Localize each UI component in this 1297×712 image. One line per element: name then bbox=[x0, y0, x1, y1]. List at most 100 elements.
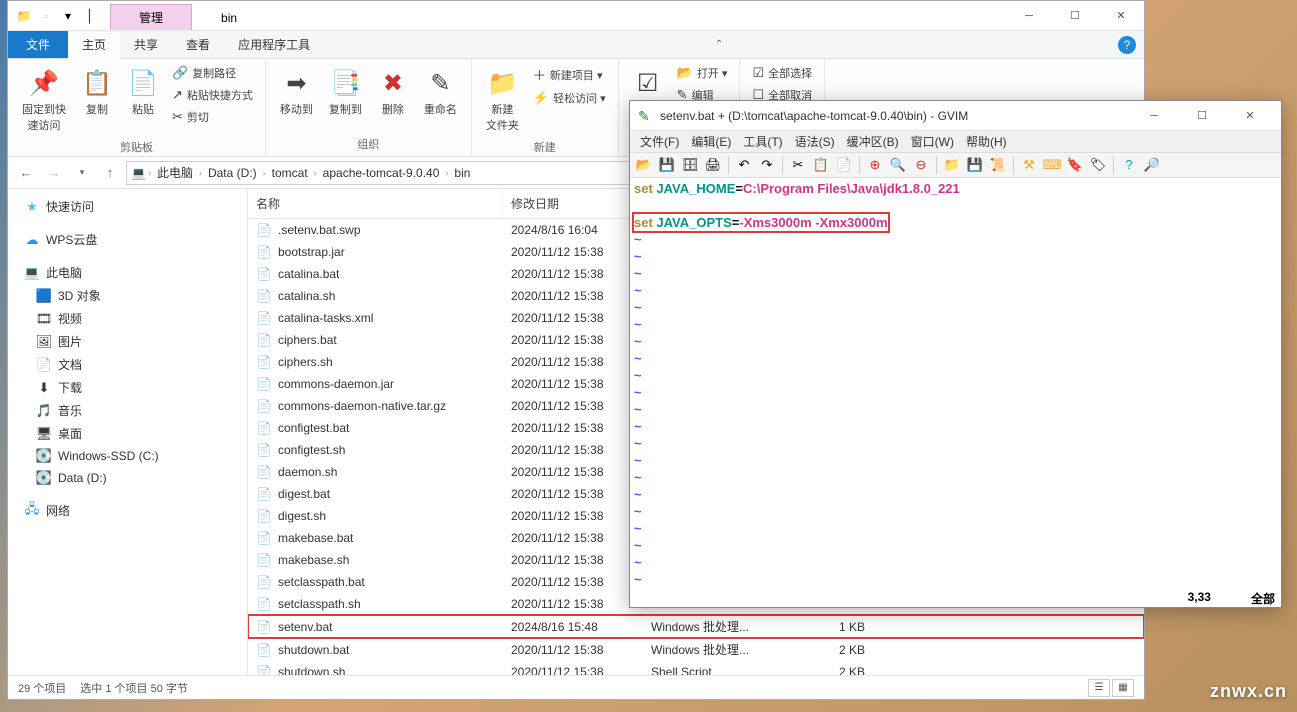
file-row[interactable]: 📄setenv.bat 2024/8/16 15:48 Windows 批处理.… bbox=[248, 615, 1144, 638]
sidebar-item[interactable]: ⬇下载 bbox=[8, 376, 247, 399]
view-details-button[interactable]: ☰ bbox=[1088, 679, 1110, 697]
up-button[interactable]: ↑ bbox=[98, 161, 122, 185]
tb-redo-icon[interactable]: ↷ bbox=[757, 155, 777, 175]
divider-icon: │ bbox=[80, 6, 100, 26]
file-icon: 📄 bbox=[256, 222, 272, 238]
close-button[interactable]: ✕ bbox=[1098, 1, 1144, 31]
forward-button[interactable]: → bbox=[42, 161, 66, 185]
file-row[interactable]: 📄shutdown.bat 2020/11/12 15:38 Windows 批… bbox=[248, 638, 1144, 661]
gvim-menu-item[interactable]: 窗口(W) bbox=[905, 131, 960, 152]
sidebar-item[interactable]: 💽Windows-SSD (C:) bbox=[8, 445, 247, 467]
tab-view[interactable]: 查看 bbox=[172, 31, 224, 58]
tb-open-icon[interactable]: 📂 bbox=[634, 155, 654, 175]
tb-sessionsave-icon[interactable]: 💾 bbox=[965, 155, 985, 175]
dropdown-icon[interactable]: ▾ bbox=[58, 6, 78, 26]
crumb-bin[interactable]: bin bbox=[450, 166, 474, 180]
tb-findhelp-icon[interactable]: 🔎 bbox=[1142, 155, 1162, 175]
sidebar-wps[interactable]: ☁WPS云盘 bbox=[8, 228, 247, 251]
gvim-menu-item[interactable]: 语法(S) bbox=[789, 131, 841, 152]
new-folder-button[interactable]: 📁新建 文件夹 bbox=[480, 63, 525, 137]
tb-print-icon[interactable]: 🖨 bbox=[703, 155, 723, 175]
tb-findnext-icon[interactable]: 🔍 bbox=[888, 155, 908, 175]
chevron-right-icon[interactable]: › bbox=[146, 168, 153, 178]
tb-session-icon[interactable]: 📁 bbox=[942, 155, 962, 175]
tb-script-icon[interactable]: 📜 bbox=[988, 155, 1008, 175]
tb-ctags-icon[interactable]: 🔖 bbox=[1065, 155, 1085, 175]
gvim-menu-item[interactable]: 文件(F) bbox=[634, 131, 685, 152]
minimize-button[interactable]: ─ bbox=[1006, 1, 1052, 31]
tilde-line: ~ bbox=[634, 299, 1277, 316]
pin-button[interactable]: 📌固定到快 速访问 bbox=[16, 63, 72, 137]
crumb-data[interactable]: Data (D:) bbox=[204, 166, 261, 180]
col-name[interactable]: 名称 bbox=[248, 189, 503, 218]
gvim-minimize-button[interactable]: ─ bbox=[1131, 101, 1177, 131]
tb-save-icon[interactable]: 💾 bbox=[657, 155, 677, 175]
sidebar-item[interactable]: 🖼图片 bbox=[8, 330, 247, 353]
tb-replace-icon[interactable]: ⊖ bbox=[911, 155, 931, 175]
open-button[interactable]: 📂打开 ▾ bbox=[673, 63, 732, 83]
file-date: 2020/11/12 15:38 bbox=[503, 639, 643, 660]
tb-saveall-icon[interactable]: 🗄 bbox=[680, 155, 700, 175]
crumb-tomcat[interactable]: tomcat bbox=[268, 166, 312, 180]
maximize-button[interactable]: ☐ bbox=[1052, 1, 1098, 31]
tab-tools[interactable]: 应用程序工具 bbox=[224, 31, 324, 58]
view-large-button[interactable]: ▦ bbox=[1112, 679, 1134, 697]
sidebar-item[interactable]: 🖥桌面 bbox=[8, 422, 247, 445]
copy-button[interactable]: 📋复制 bbox=[76, 63, 118, 121]
tab-home[interactable]: 主页 bbox=[68, 32, 120, 59]
tb-paste-icon[interactable]: 📄 bbox=[834, 155, 854, 175]
tb-copy-icon[interactable]: 📋 bbox=[811, 155, 831, 175]
sidebar-item[interactable]: 💽Data (D:) bbox=[8, 467, 247, 489]
gvim-close-button[interactable]: ✕ bbox=[1227, 101, 1273, 131]
tab-share[interactable]: 共享 bbox=[120, 31, 172, 58]
tb-help-icon[interactable]: ? bbox=[1119, 155, 1139, 175]
recent-button[interactable]: ▾ bbox=[70, 161, 94, 185]
sidebar-thispc[interactable]: 💻此电脑 bbox=[8, 261, 247, 284]
move-to-button[interactable]: ➡移动到 bbox=[274, 63, 319, 121]
sidebar-network[interactable]: 🖧网络 bbox=[8, 499, 247, 522]
tb-shell-icon[interactable]: ⌨ bbox=[1042, 155, 1062, 175]
file-row[interactable]: 📄shutdown.sh 2020/11/12 15:38 Shell Scri… bbox=[248, 661, 1144, 675]
tab-file[interactable]: 文件 bbox=[8, 31, 68, 58]
tb-find-icon[interactable]: ⊕ bbox=[865, 155, 885, 175]
file-icon: 📄 bbox=[256, 442, 272, 458]
tb-tag-icon[interactable]: 🏷 bbox=[1088, 155, 1108, 175]
cut-button[interactable]: ✂剪切 bbox=[168, 107, 257, 127]
collapse-ribbon-icon[interactable]: ⌃ bbox=[715, 39, 723, 50]
help-icon[interactable]: ? bbox=[1118, 36, 1136, 54]
delete-button[interactable]: ✖删除 bbox=[372, 63, 414, 121]
titlebar-tab-manage[interactable]: 管理 bbox=[110, 4, 192, 30]
tb-undo-icon[interactable]: ↶ bbox=[734, 155, 754, 175]
sidebar-item[interactable]: 🎞视频 bbox=[8, 307, 247, 330]
file-name: commons-daemon.jar bbox=[278, 377, 394, 391]
sidebar-item[interactable]: 🎵音乐 bbox=[8, 399, 247, 422]
rename-button[interactable]: ✎重命名 bbox=[418, 63, 463, 121]
paste-shortcut-button[interactable]: ↗粘贴快捷方式 bbox=[168, 85, 257, 105]
gvim-menu-item[interactable]: 缓冲区(B) bbox=[841, 131, 905, 152]
easy-access-button[interactable]: ⚡轻松访问 ▾ bbox=[529, 88, 610, 108]
file-date: 2024/8/16 15:48 bbox=[503, 616, 643, 637]
new-item-button[interactable]: ＋新建项目 ▾ bbox=[529, 63, 610, 86]
crumb-apache[interactable]: apache-tomcat-9.0.40 bbox=[319, 166, 444, 180]
sidebar-quick-access[interactable]: ★快速访问 bbox=[8, 195, 247, 218]
gvim-menu-item[interactable]: 工具(T) bbox=[737, 131, 788, 152]
tb-cut-icon[interactable]: ✂ bbox=[788, 155, 808, 175]
sidebar-item[interactable]: 📄文档 bbox=[8, 353, 247, 376]
col-date[interactable]: 修改日期 bbox=[503, 189, 643, 218]
sidebar-item[interactable]: 🟦3D 对象 bbox=[8, 284, 247, 307]
copy-path-button[interactable]: 🔗复制路径 bbox=[168, 63, 257, 83]
gvim-titlebar[interactable]: ✎ setenv.bat + (D:\tomcat\apache-tomcat-… bbox=[630, 101, 1281, 131]
explorer-titlebar[interactable]: 📁 ▫ ▾ │ 管理 bin ─ ☐ ✕ bbox=[8, 1, 1144, 31]
paste-button[interactable]: 📄粘贴 bbox=[122, 63, 164, 121]
copy-to-button[interactable]: 📑复制到 bbox=[323, 63, 368, 121]
select-all-button[interactable]: ☑全部选择 bbox=[748, 63, 816, 83]
sidebar-item-label: 下载 bbox=[58, 379, 82, 396]
cursor-position: 3,33 bbox=[1188, 590, 1211, 607]
crumb-thispc[interactable]: 此电脑 bbox=[153, 164, 197, 181]
gvim-maximize-button[interactable]: ☐ bbox=[1179, 101, 1225, 131]
gvim-menu-item[interactable]: 编辑(E) bbox=[685, 131, 737, 152]
gvim-editor[interactable]: set JAVA_HOME=C:\Program Files\Java\jdk1… bbox=[630, 178, 1281, 590]
back-button[interactable]: ← bbox=[14, 161, 38, 185]
tb-make-icon[interactable]: ⚒ bbox=[1019, 155, 1039, 175]
gvim-menu-item[interactable]: 帮助(H) bbox=[960, 131, 1013, 152]
